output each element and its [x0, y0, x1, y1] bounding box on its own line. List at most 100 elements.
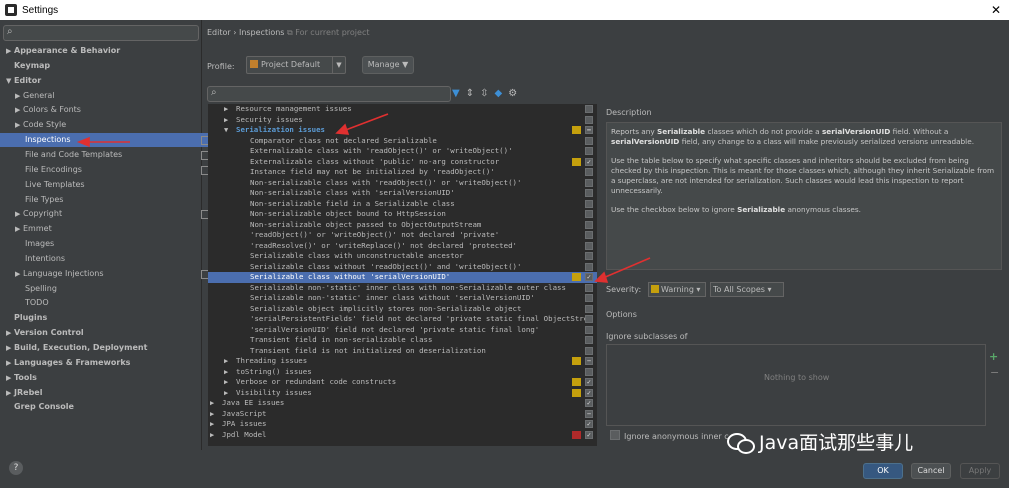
- inspection-row[interactable]: Serializable class without 'readObject()…: [208, 262, 597, 273]
- inspection-row[interactable]: ▶ Visibility issues ✓: [208, 388, 597, 399]
- sidebar-item[interactable]: ▶ Language Injections: [0, 267, 215, 281]
- chevron-down-icon[interactable]: ▼: [224, 125, 232, 136]
- sidebar-item[interactable]: ▶ Code Style: [0, 118, 215, 132]
- inspection-row[interactable]: ▶ Java EE issues ✓: [208, 398, 597, 409]
- sidebar-item[interactable]: File Encodings: [0, 163, 215, 177]
- sidebar-search-input[interactable]: ⌕: [3, 25, 199, 41]
- inspection-row[interactable]: Instance field may not be initialized by…: [208, 167, 597, 178]
- enable-checkbox[interactable]: [585, 105, 593, 113]
- manage-button[interactable]: Manage ▼: [362, 56, 414, 74]
- enable-checkbox[interactable]: ✓: [585, 420, 593, 428]
- inspection-row[interactable]: ▶ Verbose or redundant code constructs ✓: [208, 377, 597, 388]
- sidebar-item[interactable]: ▶ General: [0, 89, 215, 103]
- enable-checkbox[interactable]: −: [585, 357, 593, 365]
- enable-checkbox[interactable]: [585, 262, 593, 271]
- sidebar-item[interactable]: Intentions: [0, 252, 215, 266]
- chevron-right-icon[interactable]: ▶: [6, 371, 14, 385]
- chevron-right-icon[interactable]: ▶: [224, 388, 232, 399]
- profile-select[interactable]: Project Default ▼: [246, 56, 346, 74]
- inspection-row[interactable]: Serializable class with unconstructable …: [208, 251, 597, 262]
- enable-checkbox[interactable]: [585, 147, 593, 155]
- cancel-button[interactable]: Cancel: [911, 463, 951, 479]
- enable-checkbox[interactable]: [585, 294, 593, 302]
- inspection-row[interactable]: Externalizable class without 'public' no…: [208, 157, 597, 168]
- sidebar-item[interactable]: ▶ JRebel: [0, 386, 206, 400]
- inspection-row[interactable]: Non-serializable object passed to Object…: [208, 220, 597, 231]
- enable-checkbox[interactable]: ✓: [585, 399, 593, 407]
- chevron-right-icon[interactable]: ▶: [15, 207, 23, 221]
- chevron-right-icon[interactable]: ▶: [6, 326, 14, 340]
- inspection-row[interactable]: ▶ JavaScript −: [208, 409, 597, 420]
- chevron-right-icon[interactable]: ▶: [15, 267, 23, 281]
- enable-checkbox[interactable]: −: [585, 409, 593, 418]
- inspection-row[interactable]: ▶ toString() issues: [208, 367, 597, 378]
- enable-checkbox[interactable]: [585, 231, 593, 239]
- enable-checkbox[interactable]: [585, 315, 593, 323]
- chevron-right-icon[interactable]: ▶: [224, 367, 232, 378]
- sidebar-item[interactable]: ▶ Version Control: [0, 326, 206, 340]
- chevron-right-icon[interactable]: ▶: [6, 44, 14, 58]
- sidebar-item[interactable]: ▶ Colors & Fonts: [0, 103, 215, 117]
- sidebar-item[interactable]: TODO: [0, 296, 215, 310]
- sidebar-item[interactable]: ▶ Copyright: [0, 207, 215, 221]
- inspection-row[interactable]: Non-serializable object bound to HttpSes…: [208, 209, 597, 220]
- filter-icon[interactable]: ▼: [452, 88, 460, 99]
- inspection-row[interactable]: 'readResolve()' or 'writeReplace()' not …: [208, 241, 597, 252]
- chevron-right-icon[interactable]: ▶: [15, 118, 23, 132]
- sidebar-item[interactable]: Live Templates: [0, 178, 215, 192]
- enable-checkbox[interactable]: [585, 220, 593, 229]
- inspection-row[interactable]: 'serialPersistentFields' field not decla…: [208, 314, 597, 325]
- chevron-right-icon[interactable]: ▶: [210, 409, 218, 420]
- sidebar-item[interactable]: Images: [0, 237, 215, 251]
- chevron-right-icon[interactable]: ▶: [210, 419, 218, 430]
- enable-checkbox[interactable]: ✓: [585, 430, 593, 439]
- chevron-right-icon[interactable]: ▶: [6, 386, 14, 400]
- enable-checkbox[interactable]: [585, 304, 593, 313]
- enable-checkbox[interactable]: [585, 252, 593, 260]
- enable-checkbox[interactable]: [585, 336, 593, 344]
- enable-checkbox[interactable]: [585, 136, 593, 145]
- inspection-row[interactable]: Non-serializable field in a Serializable…: [208, 199, 597, 210]
- checkbox[interactable]: [610, 430, 620, 440]
- apply-button[interactable]: Apply: [960, 463, 1000, 479]
- inspection-row[interactable]: ▶ Threading issues −: [208, 356, 597, 367]
- inspection-row[interactable]: Serializable object implicitly stores no…: [208, 304, 597, 315]
- inspection-row[interactable]: Transient field is not initialized on de…: [208, 346, 597, 357]
- scope-select[interactable]: To All Scopes ▾: [710, 282, 784, 297]
- chevron-right-icon[interactable]: ▶: [15, 103, 23, 117]
- chevron-right-icon[interactable]: ▶: [210, 430, 218, 441]
- chevron-right-icon[interactable]: ▶: [15, 89, 23, 103]
- inspection-search-input[interactable]: ⌕: [207, 86, 451, 102]
- chevron-right-icon[interactable]: ▶: [6, 341, 14, 355]
- enable-checkbox[interactable]: [585, 367, 593, 376]
- reset-icon[interactable]: ◆: [494, 88, 502, 99]
- sidebar-item[interactable]: ▶ Tools: [0, 371, 206, 385]
- sidebar-item[interactable]: File Types: [0, 193, 215, 207]
- sidebar-item[interactable]: ▶ Languages & Frameworks: [0, 356, 206, 370]
- inspection-row[interactable]: Externalizable class with 'readObject()'…: [208, 146, 597, 157]
- inspection-row[interactable]: Serializable class without 'serialVersio…: [208, 272, 597, 283]
- sidebar-item[interactable]: File and Code Templates: [0, 148, 215, 162]
- enable-checkbox[interactable]: [585, 283, 593, 292]
- sidebar-item[interactable]: Plugins: [0, 311, 206, 325]
- inspection-row[interactable]: Serializable non-'static' inner class wi…: [208, 293, 597, 304]
- chevron-down-icon[interactable]: ▼: [6, 74, 14, 88]
- chevron-right-icon[interactable]: ▶: [224, 104, 232, 115]
- enable-checkbox[interactable]: [585, 189, 593, 197]
- sidebar-item[interactable]: ▼ Editor: [0, 74, 206, 88]
- enable-checkbox[interactable]: [585, 325, 593, 334]
- chevron-right-icon[interactable]: ▶: [224, 115, 232, 126]
- inspection-row[interactable]: Non-serializable class with 'serialVersi…: [208, 188, 597, 199]
- sidebar-item[interactable]: Inspections: [0, 133, 215, 148]
- inspection-row[interactable]: 'serialVersionUID' field not declared 'p…: [208, 325, 597, 336]
- inspection-row[interactable]: Comparator class not declared Serializab…: [208, 136, 597, 147]
- enable-checkbox[interactable]: [585, 168, 593, 176]
- sidebar-item[interactable]: ▶ Appearance & Behavior: [0, 44, 206, 58]
- sidebar-item[interactable]: ▶ Build, Execution, Deployment: [0, 341, 206, 355]
- sidebar-item[interactable]: Grep Console: [0, 400, 206, 414]
- enable-checkbox[interactable]: ✓: [585, 378, 593, 386]
- ok-button[interactable]: OK: [863, 463, 903, 479]
- severity-select[interactable]: Warning ▾: [648, 282, 706, 297]
- sidebar-item[interactable]: Keymap: [0, 59, 206, 73]
- ignore-anonymous-checkbox[interactable]: Ignore anonymous inner c: [610, 430, 729, 441]
